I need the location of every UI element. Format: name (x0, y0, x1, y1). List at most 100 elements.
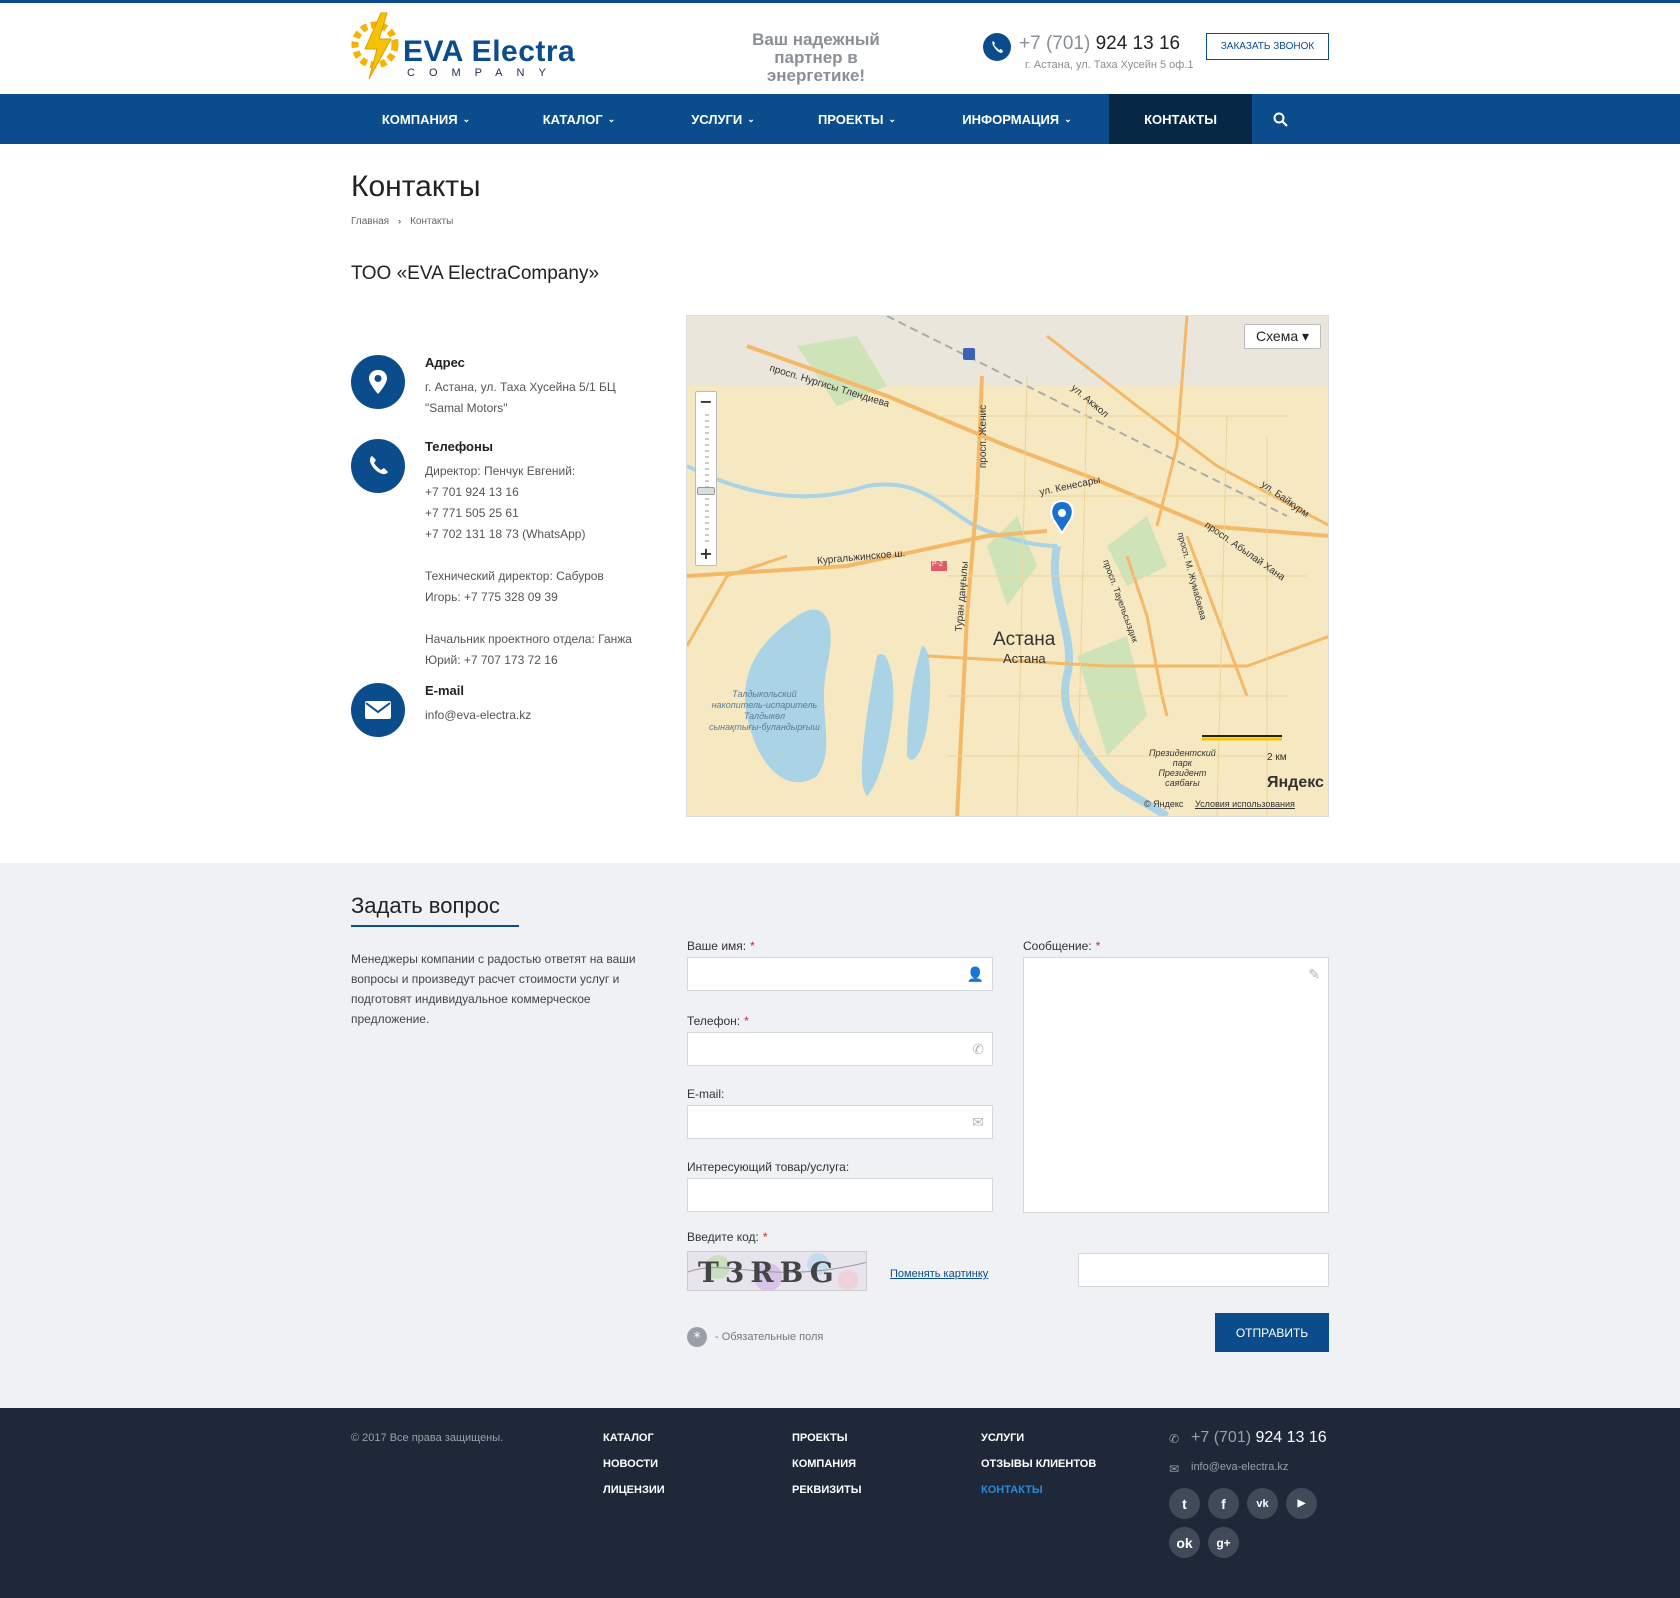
nav-item-contacts[interactable]: Контакты (1109, 94, 1252, 144)
map-reservoir-label: Талдыкольский накопитель-испаритель Талд… (709, 689, 820, 733)
footer-link-reviews[interactable]: Отзывы клиентов (981, 1458, 1096, 1472)
map-canvas[interactable] (687, 316, 1329, 817)
user-icon: 👤 (966, 967, 984, 983)
phone-icon: ✆ (972, 1042, 984, 1058)
message-textarea[interactable]: ✎ (1023, 957, 1329, 1213)
map-city-label-sub: Астана (1003, 651, 1046, 666)
odnoklassniki-icon[interactable]: ok (1169, 1527, 1200, 1558)
question-form-section: Задать вопрос Менеджеры компании с радос… (0, 863, 1680, 1408)
footer-link-news[interactable]: Новости (603, 1458, 665, 1472)
envelope-icon (351, 683, 405, 737)
captcha-label: Введите код: * (687, 1230, 768, 1244)
map-terms-link[interactable]: Условия использования (1195, 799, 1295, 809)
park-line: Президент (1158, 768, 1207, 778)
header: EVA Electra COMPANY Ваш надежный партнер… (351, 3, 1329, 94)
nav-item-company[interactable]: Компания ⌄ (351, 94, 501, 144)
required-note: - Обязательные поля (715, 1331, 824, 1343)
map-scale: 2 км (1267, 752, 1287, 763)
phone-line[interactable]: +7 702 131 18 73 (WhatsApp) (425, 524, 670, 545)
email-input[interactable]: ✉ (687, 1105, 993, 1139)
chevron-right-icon: › (398, 216, 402, 226)
phone-line[interactable]: +7 701 924 13 16 (425, 482, 670, 503)
captcha-input[interactable] (1078, 1253, 1329, 1287)
breadcrumb-home[interactable]: Главная (351, 216, 389, 227)
message-label: Сообщение: * (1023, 939, 1100, 953)
footer-link-company[interactable]: Компания (792, 1458, 862, 1472)
youtube-icon[interactable]: ▶ (1286, 1488, 1317, 1519)
footer-phone-prefix: +7 (701) (1191, 1429, 1252, 1446)
form-description: Менеджеры компании с радостью ответят на… (351, 952, 636, 1026)
map-copyright: © Яндекс (1144, 799, 1184, 809)
yandex-logo[interactable]: Яндекс (1267, 774, 1324, 792)
facebook-icon[interactable]: f (1208, 1488, 1239, 1519)
lightning-gear-icon (351, 12, 399, 80)
footer-email[interactable]: info@eva-electra.kz (1191, 1461, 1288, 1473)
required-asterisk: * (1095, 939, 1101, 953)
submit-button[interactable]: Отправить (1215, 1313, 1329, 1352)
map-type-selector[interactable]: Схема ▾ (1244, 324, 1321, 349)
zoom-slider-track[interactable] (705, 414, 709, 542)
twitter-icon[interactable]: t (1169, 1488, 1200, 1519)
google-plus-icon[interactable]: g+ (1208, 1527, 1239, 1558)
search-icon (1273, 112, 1288, 127)
phone-line (425, 608, 670, 629)
chevron-down-icon: ⌄ (747, 113, 755, 124)
footer-link-projects[interactable]: Проекты (792, 1432, 862, 1446)
change-captcha-link[interactable]: Поменять картинку (890, 1268, 988, 1280)
phone-line: Технический директор: Сабуров (425, 569, 604, 583)
footer-phone[interactable]: +7 (701) 924 13 16 (1191, 1429, 1327, 1447)
zoom-out-button[interactable]: − (698, 394, 714, 411)
logo-subtitle: COMPANY (407, 67, 560, 79)
chevron-down-icon: ⌄ (607, 113, 616, 124)
footer-link-services[interactable]: Услуги (981, 1432, 1096, 1446)
contact-address-title: Адрес (425, 355, 465, 370)
logo[interactable]: EVA Electra COMPANY (351, 9, 641, 81)
contact-phones-title: Телефоны (425, 439, 493, 454)
company-name: ТОО «EVA ElectraCompany» (351, 263, 600, 284)
nav-item-services[interactable]: Услуги ⌄ (657, 94, 789, 144)
footer-link-contacts[interactable]: Контакты (981, 1484, 1096, 1498)
footer-link-licenses[interactable]: Лицензии (603, 1484, 665, 1498)
asterisk-icon: * (687, 1327, 707, 1347)
nav-item-projects[interactable]: Проекты ⌄ (789, 94, 925, 144)
zoom-in-button[interactable]: + (698, 546, 714, 563)
footer-col-3: Услуги Отзывы клиентов Контакты (981, 1432, 1096, 1510)
form-title: Задать вопрос (351, 893, 500, 918)
contact-email-value[interactable]: info@eva-electra.kz (425, 705, 670, 726)
address-line: г. Астана, ул. Таха Хусейна 5/1 БЦ (425, 380, 616, 394)
callback-button[interactable]: Заказать звонок (1206, 33, 1329, 60)
map-pin-icon (351, 355, 405, 409)
envelope-icon: ✉ (972, 1115, 984, 1131)
contact-phones: Телефоны Директор: Пенчук Евгений: +7 70… (351, 439, 671, 669)
nav-label: Каталог (542, 111, 603, 127)
contact-address: Адрес г. Астана, ул. Таха Хусейна 5/1 БЦ… (351, 355, 671, 425)
phone-label-text: Телефон: (687, 1014, 741, 1028)
footer-link-catalog[interactable]: Каталог (603, 1432, 665, 1446)
footer-link-requisites[interactable]: Реквизиты (792, 1484, 862, 1498)
park-line: парк (1172, 758, 1192, 768)
phone-icon (983, 33, 1011, 61)
contact-phones-text: Директор: Пенчук Евгений: +7 701 924 13 … (425, 461, 670, 671)
chevron-down-icon: ⌄ (888, 113, 897, 124)
nav-label: Проекты (817, 111, 884, 127)
phone-line[interactable]: Игорь: +7 775 328 09 39 (425, 587, 670, 608)
address-line: "Samal Motors" (425, 401, 508, 415)
required-asterisk: * (762, 1230, 768, 1244)
header-phone[interactable]: +7 (701) 924 13 16 (1019, 33, 1180, 55)
map-street: просп. Женис (978, 404, 990, 469)
yandex-map[interactable]: Схема ▾ − + Астана Астана просп. Нургисы… (686, 315, 1329, 817)
zoom-slider-handle[interactable] (697, 487, 715, 495)
nav-item-catalog[interactable]: Каталог ⌄ (501, 94, 657, 144)
phone-line[interactable]: Юрий: +7 707 173 72 16 (425, 650, 670, 671)
name-input[interactable]: 👤 (687, 957, 993, 991)
phone-input[interactable]: ✆ (687, 1032, 993, 1066)
map-zoom-control[interactable]: − + (695, 391, 717, 566)
product-input[interactable] (687, 1178, 993, 1212)
nav-item-info[interactable]: Информация ⌄ (925, 94, 1109, 144)
chevron-down-icon: ⌄ (462, 113, 471, 124)
vk-icon[interactable]: vk (1247, 1488, 1278, 1519)
phone-icon (351, 439, 405, 493)
phone-line[interactable]: +7 771 505 25 61 (425, 503, 670, 524)
map-park-label: Президентский парк Президент саябағы (1149, 748, 1216, 788)
search-button[interactable] (1252, 94, 1309, 144)
